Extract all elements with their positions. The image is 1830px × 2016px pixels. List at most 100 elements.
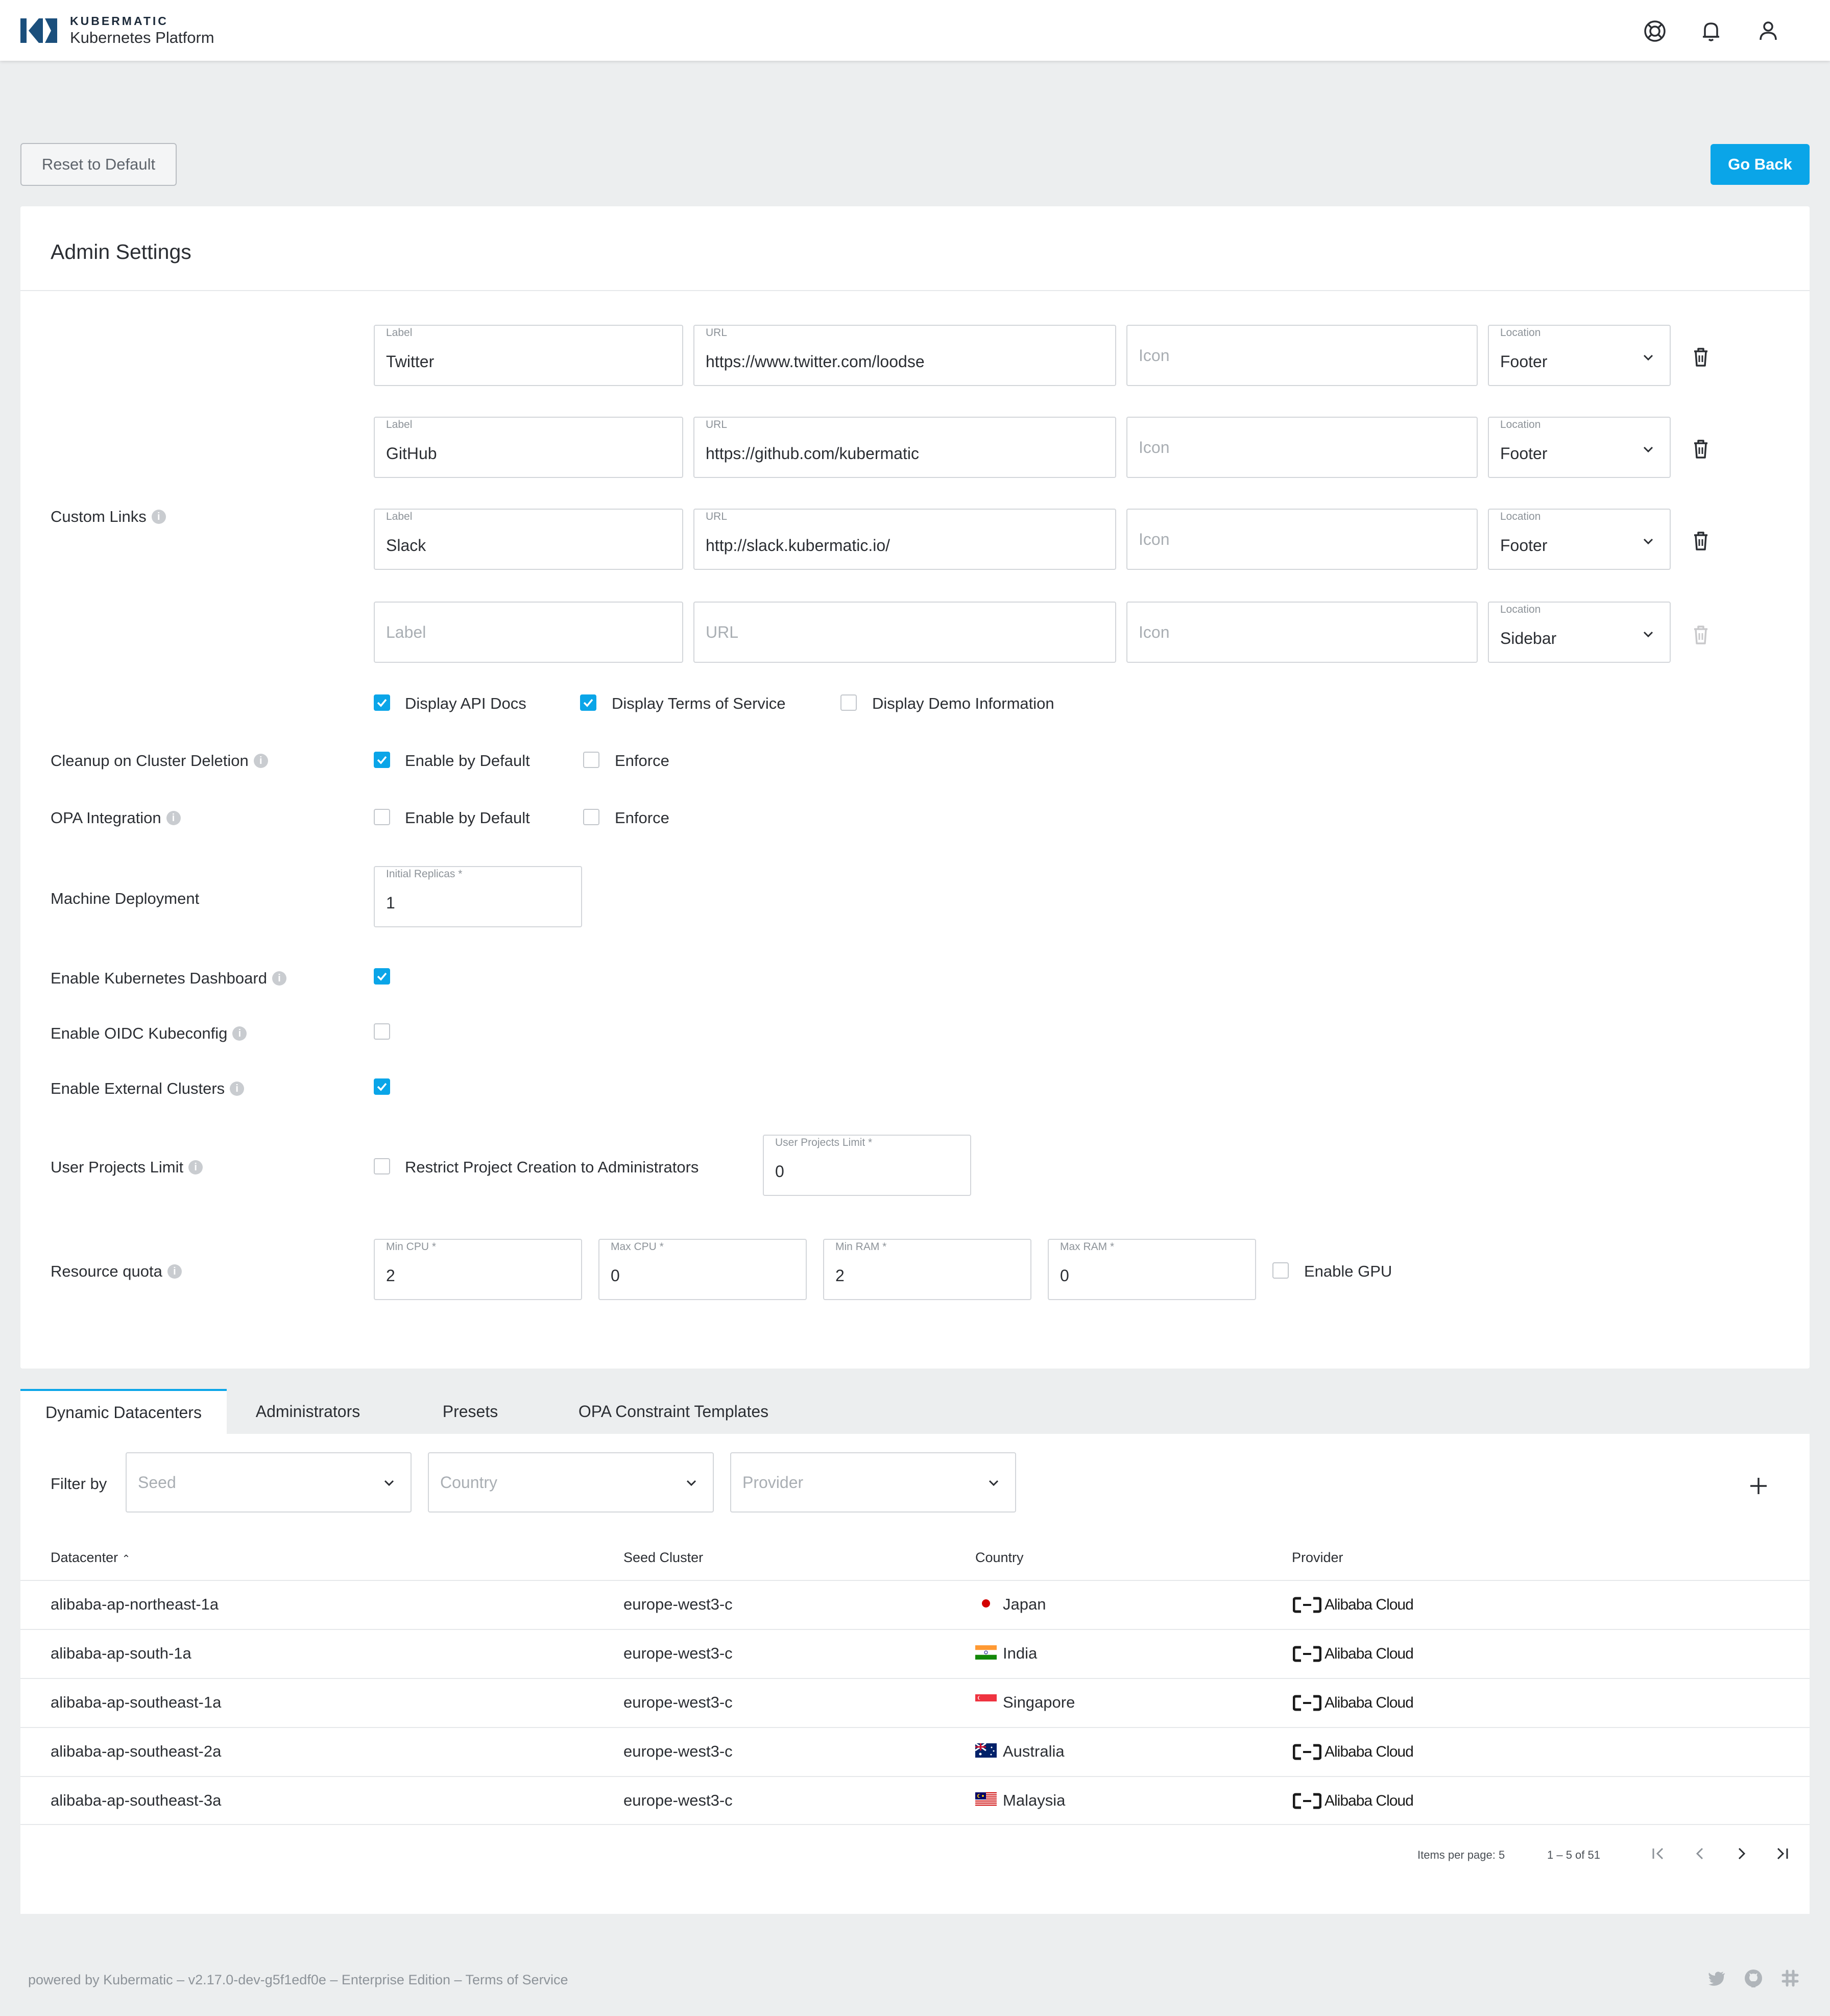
twitter-icon[interactable] xyxy=(1706,1968,1727,1988)
max-cpu-input[interactable]: Max CPU * 0 xyxy=(598,1239,807,1300)
footer-text[interactable]: powered by Kubermatic – v2.17.0-dev-g5f1… xyxy=(28,1972,568,1988)
display-demo-info-checkbox[interactable] xyxy=(840,694,857,711)
seed-cell: europe-west3-c xyxy=(623,1742,733,1760)
reset-to-default-button[interactable]: Reset to Default xyxy=(20,143,177,186)
seed-cell: europe-west3-c xyxy=(623,1644,733,1662)
first-page-icon[interactable] xyxy=(1647,1842,1670,1865)
link-icon-input[interactable]: Icon xyxy=(1126,325,1478,386)
info-icon[interactable]: i xyxy=(166,811,181,825)
table-row[interactable]: alibaba-ap-northeast-1a europe-west3-c J… xyxy=(20,1580,1810,1629)
datacenter-cell: alibaba-ap-southeast-1a xyxy=(51,1693,222,1711)
alibaba-cloud-logo: Alibaba Cloud xyxy=(1293,1694,1414,1712)
restrict-project-creation-label: Restrict Project Creation to Administrat… xyxy=(405,1158,699,1176)
link-icon-input[interactable]: Icon xyxy=(1126,509,1478,570)
max-ram-input[interactable]: Max RAM * 0 xyxy=(1048,1239,1256,1300)
alibaba-cloud-icon xyxy=(1293,1744,1321,1760)
seed-filter-select[interactable]: Seed xyxy=(126,1452,412,1513)
display-api-docs-checkbox[interactable] xyxy=(374,694,390,711)
info-icon[interactable]: i xyxy=(230,1082,245,1096)
display-api-docs-label: Display API Docs xyxy=(405,694,526,712)
user-icon[interactable] xyxy=(1754,17,1782,45)
datacenter-cell: alibaba-ap-southeast-2a xyxy=(51,1742,222,1760)
chevron-down-icon xyxy=(1643,538,1653,545)
enable-gpu-checkbox[interactable] xyxy=(1272,1262,1289,1279)
add-datacenter-icon[interactable] xyxy=(1748,1476,1769,1496)
bell-icon[interactable] xyxy=(1697,17,1725,45)
info-icon[interactable]: i xyxy=(232,1026,247,1041)
tab-dynamic-datacenters[interactable]: Dynamic Datacenters xyxy=(20,1389,227,1434)
display-tos-label: Display Terms of Service xyxy=(612,694,786,712)
trash-icon[interactable] xyxy=(1691,346,1711,368)
k8s-dashboard-checkbox[interactable] xyxy=(374,968,390,985)
table-row[interactable]: alibaba-ap-southeast-2a europe-west3-c A… xyxy=(20,1727,1810,1776)
info-icon[interactable]: i xyxy=(253,754,268,768)
provider-filter-select[interactable]: Provider xyxy=(730,1452,1016,1513)
seed-cell: europe-west3-c xyxy=(623,1791,733,1809)
chevron-down-icon xyxy=(1643,631,1653,638)
tab-administrators[interactable]: Administrators xyxy=(227,1389,389,1434)
table-row[interactable]: alibaba-ap-southeast-3a europe-west3-c M… xyxy=(20,1776,1810,1825)
opa-integration-label: OPA Integration i xyxy=(51,809,181,827)
link-icon-input[interactable]: Icon xyxy=(1126,417,1478,478)
column-header-provider: Provider xyxy=(1292,1550,1343,1565)
github-icon[interactable] xyxy=(1743,1968,1764,1988)
link-url-input[interactable]: URL xyxy=(693,602,1116,663)
external-clusters-checkbox[interactable] xyxy=(374,1078,390,1095)
link-location-select[interactable]: Location Footer xyxy=(1488,509,1671,570)
link-label-input[interactable]: Label Twitter xyxy=(374,325,683,386)
help-icon[interactable] xyxy=(1641,17,1669,45)
checkmark-icon xyxy=(377,756,387,764)
link-label-input[interactable]: Label GitHub xyxy=(374,417,683,478)
trash-icon[interactable] xyxy=(1691,530,1711,551)
user-projects-limit-input[interactable]: User Projects Limit * 0 xyxy=(763,1135,971,1196)
items-per-page[interactable]: Items per page: 5 xyxy=(1417,1849,1505,1862)
table-row[interactable]: alibaba-ap-south-1a europe-west3-c India… xyxy=(20,1629,1810,1678)
checkmark-icon xyxy=(377,1083,387,1091)
link-location-select[interactable]: Location Footer xyxy=(1488,417,1671,478)
enable-gpu-label: Enable GPU xyxy=(1304,1262,1392,1280)
display-tos-checkbox[interactable] xyxy=(580,694,596,711)
link-location-select[interactable]: Location Footer xyxy=(1488,325,1671,386)
min-ram-input[interactable]: Min RAM * 2 xyxy=(823,1239,1031,1300)
trash-icon[interactable] xyxy=(1691,438,1711,460)
alibaba-cloud-icon xyxy=(1293,1597,1321,1613)
info-icon[interactable]: i xyxy=(167,1264,182,1279)
next-page-icon[interactable] xyxy=(1730,1842,1752,1865)
alibaba-cloud-icon xyxy=(1293,1695,1321,1711)
go-back-button[interactable]: Go Back xyxy=(1711,144,1810,185)
link-label-input[interactable]: Label Slack xyxy=(374,509,683,570)
link-url-input[interactable]: URL http://slack.kubermatic.io/ xyxy=(693,509,1116,570)
column-header-datacenter[interactable]: Datacenter ⌃ xyxy=(51,1550,130,1566)
link-icon-input[interactable]: Icon xyxy=(1126,602,1478,663)
info-icon[interactable]: i xyxy=(151,510,166,524)
country-cell: Japan xyxy=(1003,1595,1046,1613)
oidc-checkbox[interactable] xyxy=(374,1023,390,1040)
cleanup-enable-default-checkbox[interactable] xyxy=(374,752,390,768)
column-header-country: Country xyxy=(975,1550,1024,1565)
link-label-input[interactable]: Label xyxy=(374,602,683,663)
restrict-project-creation-checkbox[interactable] xyxy=(374,1158,390,1174)
checkmark-icon xyxy=(583,699,593,707)
link-url-input[interactable]: URL https://www.twitter.com/loodse xyxy=(693,325,1116,386)
display-demo-info-label: Display Demo Information xyxy=(872,694,1054,712)
tab-presets[interactable]: Presets xyxy=(389,1389,551,1434)
previous-page-icon[interactable] xyxy=(1689,1842,1712,1865)
min-cpu-input[interactable]: Min CPU * 2 xyxy=(374,1239,582,1300)
brand-name: KUBERMATIC xyxy=(70,14,168,28)
opa-enforce-checkbox[interactable] xyxy=(583,809,599,825)
info-icon[interactable]: i xyxy=(188,1160,203,1174)
initial-replicas-input[interactable]: Initial Replicas * 1 xyxy=(374,866,582,927)
slack-icon[interactable] xyxy=(1780,1968,1800,1988)
cleanup-enforce-checkbox[interactable] xyxy=(583,752,599,768)
country-cell: India xyxy=(1003,1644,1038,1662)
link-url-input[interactable]: URL https://github.com/kubermatic xyxy=(693,417,1116,478)
tab-opa-constraint-templates[interactable]: OPA Constraint Templates xyxy=(551,1389,796,1434)
chevron-down-icon xyxy=(686,1480,696,1486)
info-icon[interactable]: i xyxy=(272,971,286,986)
kubermatic-logo-icon[interactable] xyxy=(20,15,57,46)
last-page-icon[interactable] xyxy=(1771,1842,1793,1865)
table-row[interactable]: alibaba-ap-southeast-1a europe-west3-c S… xyxy=(20,1678,1810,1727)
opa-enable-default-checkbox[interactable] xyxy=(374,809,390,825)
country-filter-select[interactable]: Country xyxy=(428,1452,714,1513)
link-location-select[interactable]: Location Sidebar xyxy=(1488,602,1671,663)
